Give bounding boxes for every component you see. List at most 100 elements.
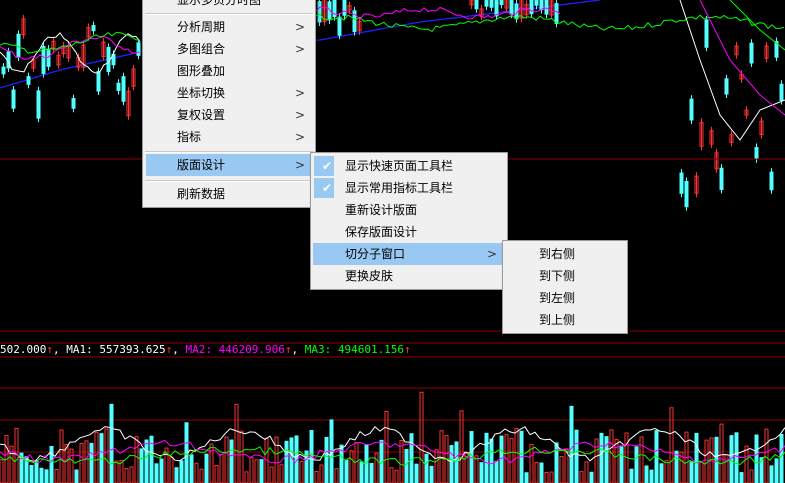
volume-bar [114, 460, 119, 483]
volume-bar [39, 467, 44, 483]
menu-item-multi-page-timeshare[interactable]: 显示多页分时图 [143, 0, 315, 11]
volume-bar [299, 461, 304, 483]
volume-bar [779, 433, 784, 483]
menu-item-redesign-layout[interactable]: 重新设计版面 [311, 199, 507, 221]
menu-item-label: 切分子窗口 [345, 247, 406, 261]
menu-item-label: 到下侧 [539, 269, 576, 283]
volume-bar [244, 471, 249, 483]
ma3-arrow-up: ↑ [404, 343, 411, 356]
volume-pane [0, 391, 785, 483]
candle [96, 71, 101, 92]
volume-bar [749, 469, 754, 483]
volume-bar [174, 467, 179, 483]
candle [679, 172, 684, 194]
volume-bar [349, 450, 354, 483]
menu-item-show-quick-page-toolbar[interactable]: ✔ 显示快速页面工具栏 [311, 155, 507, 177]
volume-bar [449, 445, 454, 483]
volume-bar [194, 462, 199, 483]
volume-bar [284, 440, 289, 483]
volume-bar [259, 459, 264, 483]
menu-item-to-left[interactable]: 到左侧 [503, 287, 627, 309]
menu-item-label: 重新设计版面 [345, 203, 418, 217]
volume-bar [334, 468, 339, 483]
menu-item-label: 多图组合 [177, 42, 226, 56]
volume-bar [394, 469, 399, 483]
volume-bar [59, 429, 64, 483]
chevron-right-icon: > [294, 130, 305, 144]
chevron-right-icon: > [486, 247, 497, 261]
volume-bar [414, 463, 419, 483]
volume-bar [649, 469, 654, 483]
volume-bar [129, 466, 134, 483]
volume-bar [384, 410, 389, 483]
volume-bar [199, 468, 204, 483]
volume-bar [574, 429, 579, 483]
menu-item-to-bottom[interactable]: 到下侧 [503, 265, 627, 287]
menu-item-label: 保存版面设计 [345, 225, 418, 239]
checkmark-icon: ✔ [321, 181, 333, 195]
volume-bar [699, 461, 704, 483]
volume-bar [139, 448, 144, 483]
volume-bar [539, 462, 544, 483]
volume-bar [634, 446, 639, 483]
menu-item-layout-design[interactable]: 版面设计 > [146, 154, 312, 176]
volume-arrow-up: ↑ [46, 343, 53, 356]
volume-bar [204, 453, 209, 483]
menu-item-show-indicator-toolbar[interactable]: ✔ 显示常用指标工具栏 [311, 177, 507, 199]
ma3-value: 494601.156 [337, 343, 405, 356]
volume-bar [34, 460, 39, 483]
volume-bar [549, 471, 554, 483]
ma3-line [315, 13, 785, 33]
volume-bar [454, 441, 459, 483]
volume-bar [189, 454, 194, 483]
volume-bar [664, 460, 669, 483]
menu-item-refresh-data[interactable]: 刷新数据 [143, 183, 315, 205]
volume-bar [424, 453, 429, 483]
menu-item-rights-adjust[interactable]: 复权设置 > [143, 104, 315, 126]
chevron-right-icon: > [294, 20, 305, 34]
menu-item-indicator[interactable]: 指标 > [143, 126, 315, 148]
volume-bar [29, 465, 34, 483]
menu-item-label: 显示常用指标工具栏 [345, 181, 454, 195]
volume-bar [74, 469, 79, 483]
volume-bar [494, 460, 499, 483]
volume-bar [254, 459, 259, 483]
menu-item-change-skin[interactable]: 更换皮肤 [311, 265, 507, 287]
menu-item-multi-chart[interactable]: 多图组合 > [143, 38, 315, 60]
menu-item-label: 复权设置 [177, 108, 226, 122]
volume-bar [154, 463, 159, 483]
menu-item-axis-switch[interactable]: 坐标切换 > [143, 82, 315, 104]
menu-item-to-top[interactable]: 到上侧 [503, 309, 627, 331]
chevron-right-icon: > [294, 108, 305, 122]
menu-item-save-layout[interactable]: 保存版面设计 [311, 221, 507, 243]
volume-bar [369, 462, 374, 483]
volume-bar [314, 470, 319, 483]
candle [684, 180, 689, 208]
volume-bar [144, 439, 149, 483]
menu-item-label: 坐标切换 [177, 86, 226, 100]
volume-bar [159, 458, 164, 483]
volume-bar [404, 449, 409, 483]
volume-bar [514, 428, 519, 483]
menu-item-label: 更换皮肤 [345, 269, 394, 283]
candle [91, 25, 96, 32]
volume-bar [44, 469, 49, 483]
menu-item-overlay[interactable]: 图形叠加 [143, 60, 315, 82]
menu-item-split-subwindow[interactable]: 切分子窗口 > [313, 243, 505, 265]
menu-item-to-right[interactable]: 到右侧 [503, 243, 627, 265]
ma-indicator-bar: 502.000↑, MA1: 557393.625↑, MA2: 446209.… [0, 343, 411, 356]
candle [26, 76, 31, 85]
volume-bar [579, 471, 584, 483]
volume-bar [719, 423, 724, 483]
menu-item-analysis-period[interactable]: 分析周期 > [143, 16, 315, 38]
candle [724, 78, 729, 95]
volume-bar [249, 457, 254, 483]
candle [71, 97, 76, 109]
volume-bar [544, 471, 549, 483]
candle [489, 0, 494, 8]
candle [36, 90, 41, 119]
menu-item-label: 版面设计 [177, 158, 226, 172]
ma2-value: 446209.906 [218, 343, 285, 356]
candle [554, 3, 559, 24]
chevron-right-icon: > [294, 42, 305, 56]
